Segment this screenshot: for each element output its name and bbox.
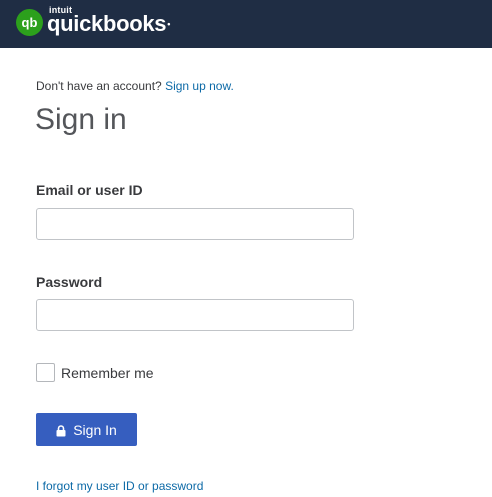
sign-in-button-label: Sign In <box>73 421 117 438</box>
remember-me-checkbox[interactable] <box>36 363 55 382</box>
email-label: Email or user ID <box>36 182 143 198</box>
page-title: Sign in <box>35 103 127 136</box>
quickbooks-logo[interactable]: qb intuit quickbooks• <box>16 5 170 39</box>
password-label: Password <box>36 274 103 290</box>
remember-me-label[interactable]: Remember me <box>61 365 154 381</box>
svg-text:qb: qb <box>22 15 38 30</box>
signup-prompt: Don't have an account? Sign up now. <box>36 79 234 93</box>
remember-me-row[interactable]: Remember me <box>36 363 154 382</box>
signup-prompt-text: Don't have an account? <box>36 79 162 93</box>
qb-logo-icon: qb <box>16 8 43 36</box>
password-field[interactable] <box>36 299 354 331</box>
lock-icon <box>56 424 66 436</box>
top-header-bar: qb intuit quickbooks• <box>0 0 492 48</box>
sign-in-button[interactable]: Sign In <box>36 413 137 446</box>
forgot-credentials-link[interactable]: I forgot my user ID or password <box>36 479 203 493</box>
signup-link[interactable]: Sign up now. <box>165 79 234 93</box>
logo-wordmark: intuit quickbooks• <box>47 5 170 39</box>
logo-dot: • <box>167 19 171 29</box>
logo-quickbooks-text: quickbooks <box>47 11 167 36</box>
email-field[interactable] <box>36 208 354 240</box>
